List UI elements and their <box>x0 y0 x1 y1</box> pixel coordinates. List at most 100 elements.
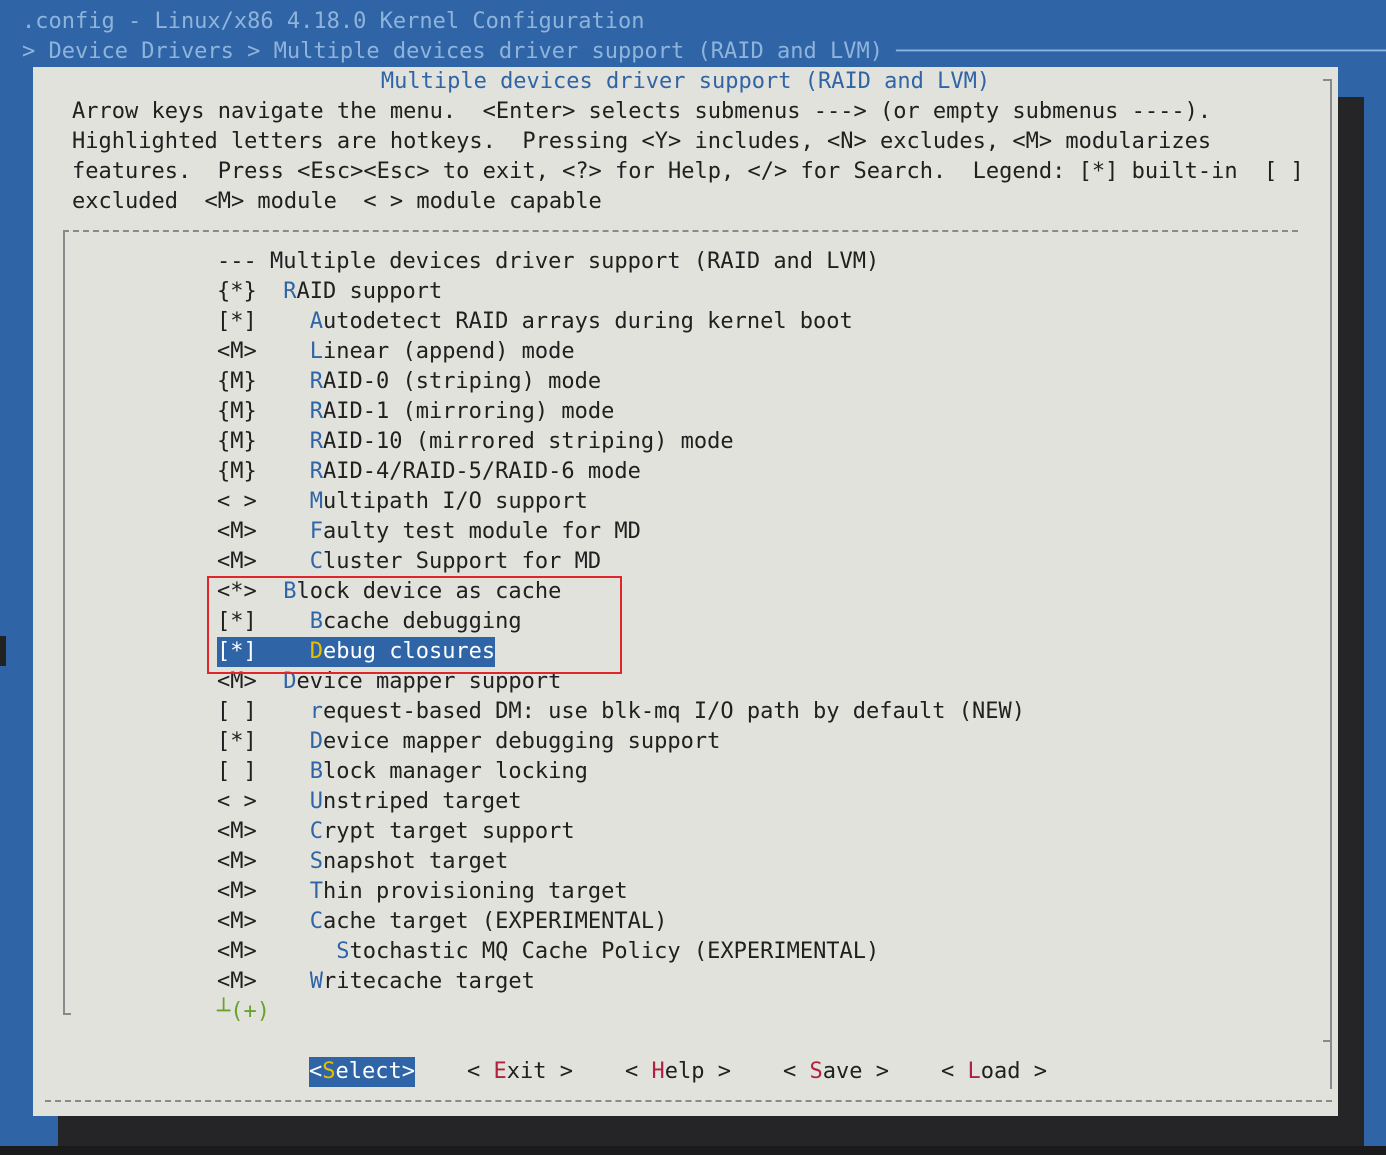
menu-item-state[interactable]: <M> <box>217 909 257 934</box>
menu-item-state[interactable]: <M> <box>217 549 257 574</box>
menu-item-state[interactable]: {M} <box>217 459 257 484</box>
menu-item[interactable]: <M> Snapshot target <box>217 847 508 877</box>
menu-item-state[interactable]: {M} <box>217 429 257 454</box>
menu-item-label: evice mapper debugging support <box>322 729 721 754</box>
dialog-shadow <box>1338 97 1364 1145</box>
dialog-separator <box>45 1100 1332 1102</box>
menu-item-label: lock manager locking <box>322 759 588 784</box>
help-text-line: features. Press <Esc><Esc> to exit, <?> … <box>72 159 1304 184</box>
menu-item-state[interactable]: [*] <box>217 729 257 754</box>
menu-item-state[interactable]: <M> <box>217 879 257 904</box>
menu-item-hotkey: S <box>309 849 323 874</box>
menu-item-label: napshot target <box>322 849 509 874</box>
menu-item[interactable]: {M} RAID-1 (mirroring) mode <box>217 397 614 427</box>
menu-item-indent <box>257 399 310 424</box>
scroll-more-indicator[interactable]: ┴(+) <box>217 997 270 1027</box>
menu-item-state[interactable]: {M} <box>217 399 257 424</box>
menu-item-hotkey: C <box>309 549 323 574</box>
menu-item-indent <box>257 309 310 334</box>
button-label: < <box>625 1059 652 1084</box>
menu-item-state[interactable]: [ ] <box>217 759 257 784</box>
menu-item-state[interactable]: {M} <box>217 369 257 394</box>
terminal-edge <box>0 1146 1386 1155</box>
menu-item-state[interactable]: [ ] <box>217 699 257 724</box>
menu-item-indent <box>257 429 310 454</box>
menu-item-indent <box>257 969 310 994</box>
menu-item[interactable]: <M> Crypt target support <box>217 817 575 847</box>
menu-box-border <box>63 230 65 1013</box>
menu-item[interactable]: {*} RAID support <box>217 277 442 307</box>
button-label: < <box>309 1059 323 1084</box>
menu-item[interactable]: {M} RAID-4/RAID-5/RAID-6 mode <box>217 457 641 487</box>
menu-item[interactable]: {M} RAID-10 (mirrored striping) mode <box>217 427 734 457</box>
menu-item[interactable]: [ ] request-based DM: use blk-mq I/O pat… <box>217 697 1025 727</box>
menu-item-label: Multiple devices driver support (RAID an… <box>270 249 880 274</box>
menu-item-state[interactable]: [*] <box>217 309 257 334</box>
menu-item-label: hin provisioning target <box>322 879 628 904</box>
window-title: .config - Linux/x86 4.18.0 Kernel Config… <box>22 9 645 34</box>
button-label: < <box>467 1059 494 1084</box>
menu-item-state[interactable]: <M> <box>217 969 257 994</box>
menu-item-label: rypt target support <box>322 819 575 844</box>
menu-item-hotkey: T <box>309 879 323 904</box>
menu-item-indent <box>257 519 310 544</box>
exit-button[interactable]: < Exit > <box>467 1057 573 1087</box>
menu-item-state[interactable]: {*} <box>217 279 257 304</box>
menu-item-label: AID support <box>296 279 443 304</box>
help-text-line: Arrow keys navigate the menu. <Enter> se… <box>72 99 1212 124</box>
menu-item-state[interactable]: < > <box>217 489 257 514</box>
menu-item-label: equest-based DM: use blk-mq I/O path by … <box>322 699 1025 724</box>
button-hotkey: L <box>967 1059 981 1084</box>
menu-item-indent <box>257 249 270 274</box>
menu-item-indent <box>257 549 310 574</box>
menu-item[interactable]: <M> Stochastic MQ Cache Policy (EXPERIME… <box>217 937 879 967</box>
menu-item-hotkey: F <box>309 519 323 544</box>
menu-item-hotkey: W <box>309 969 323 994</box>
menu-item-label: inear (append) mode <box>322 339 575 364</box>
menu-item[interactable]: <M> Cluster Support for MD <box>217 547 601 577</box>
menu-item-hotkey: M <box>309 489 323 514</box>
menu-item-hotkey: R <box>283 279 297 304</box>
save-button[interactable]: < Save > <box>783 1057 889 1087</box>
menu-item-state[interactable]: --- <box>217 249 257 274</box>
menu-item-state[interactable]: <M> <box>217 819 257 844</box>
menu-item[interactable]: [*] Device mapper debugging support <box>217 727 720 757</box>
menu-item-indent <box>257 849 310 874</box>
menu-item[interactable]: < > Multipath I/O support <box>217 487 588 517</box>
select-button[interactable]: <Select> <box>309 1057 415 1087</box>
menu-item-state[interactable]: <M> <box>217 519 257 544</box>
menu-item[interactable]: [ ] Block manager locking <box>217 757 588 787</box>
menu-item-label: ache target (EXPERIMENTAL) <box>322 909 668 934</box>
menu-item[interactable]: --- Multiple devices driver support (RAI… <box>217 247 879 277</box>
help-text-line: excluded <M> module < > module capable <box>72 189 602 214</box>
button-label: oad > <box>980 1059 1047 1084</box>
menu-item-hotkey: C <box>309 909 323 934</box>
menu-item-label: AID-10 (mirrored striping) mode <box>322 429 734 454</box>
menu-box-border <box>63 230 1298 232</box>
help-button[interactable]: < Help > <box>625 1057 731 1087</box>
menu-item[interactable]: [*] Autodetect RAID arrays during kernel… <box>217 307 853 337</box>
button-hotkey: H <box>651 1059 665 1084</box>
menu-item[interactable]: <M> Linear (append) mode <box>217 337 575 367</box>
menu-item[interactable]: <M> Faulty test module for MD <box>217 517 641 547</box>
dialog-border <box>1330 79 1332 1089</box>
button-label: elp > <box>664 1059 731 1084</box>
menu-item[interactable]: <M> Cache target (EXPERIMENTAL) <box>217 907 667 937</box>
menu-item-state[interactable]: < > <box>217 789 257 814</box>
menu-item-state[interactable]: <M> <box>217 939 257 964</box>
menu-item-state[interactable]: <M> <box>217 339 257 364</box>
load-button[interactable]: < Load > <box>941 1057 1047 1087</box>
menu-item-indent <box>257 819 310 844</box>
menu-item-label: AID-0 (striping) mode <box>322 369 602 394</box>
menu-item-hotkey: D <box>309 729 323 754</box>
breadcrumb: > Device Drivers > Multiple devices driv… <box>22 39 1386 64</box>
menu-item[interactable]: <M> Writecache target <box>217 967 535 997</box>
menu-item-hotkey: U <box>309 789 323 814</box>
menu-item-state[interactable]: <M> <box>217 849 257 874</box>
menu-item[interactable]: < > Unstriped target <box>217 787 522 817</box>
menu-item-indent <box>257 279 284 304</box>
menu-item[interactable]: {M} RAID-0 (striping) mode <box>217 367 601 397</box>
menu-item-hotkey: C <box>309 819 323 844</box>
menu-item-hotkey: R <box>309 369 323 394</box>
menu-item[interactable]: <M> Thin provisioning target <box>217 877 628 907</box>
